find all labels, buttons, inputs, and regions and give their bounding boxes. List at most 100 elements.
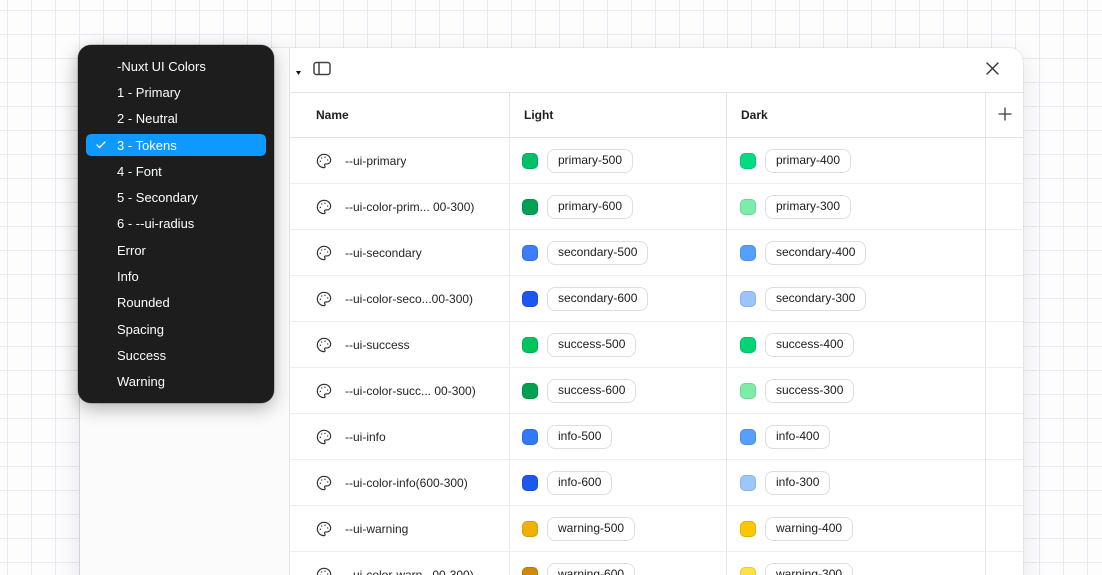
light-mode-cell[interactable]: secondary-500 [509,230,726,275]
alias-pill[interactable]: secondary-600 [547,287,648,311]
alias-pill[interactable]: warning-300 [765,563,853,575]
menu-item-success[interactable]: Success [78,342,274,368]
menu-item-label: Spacing [117,322,164,337]
table-row: --ui-color-info(600-300) info-600 info-3… [290,460,1023,506]
light-mode-cell[interactable]: success-600 [509,368,726,413]
menu-item-label: Success [117,348,166,363]
alias-pill[interactable]: primary-300 [765,195,851,219]
variable-name-cell[interactable]: --ui-warning [290,506,509,551]
alias-pill[interactable]: warning-500 [547,517,635,541]
alias-pill[interactable]: info-300 [765,471,830,495]
menu-item-label: 6 - --ui-radius [117,216,194,231]
menu-item-info[interactable]: Info [78,263,274,289]
color-swatch [740,337,756,353]
column-header-dark: Dark [726,93,985,137]
menu-item-label: 2 - Neutral [117,111,178,126]
color-swatch [740,245,756,261]
menu-item-5-secondary[interactable]: 5 - Secondary [78,184,274,210]
color-swatch [522,383,538,399]
color-swatch [522,245,538,261]
close-icon [986,62,999,78]
alias-pill[interactable]: primary-400 [765,149,851,173]
variable-name-cell[interactable]: --ui-primary [290,138,509,183]
menu-item-2-neutral[interactable]: 2 - Neutral [78,106,274,132]
row-spacer-cell [985,230,1023,275]
row-spacer-cell [985,276,1023,321]
alias-pill[interactable]: success-400 [765,333,854,357]
row-spacer-cell [985,368,1023,413]
variable-name-cell[interactable]: --ui-color-seco...00-300) [290,276,509,321]
color-swatch [740,567,756,575]
alias-pill[interactable]: secondary-300 [765,287,866,311]
column-header-light: Light [509,93,726,137]
alias-pill[interactable]: info-400 [765,425,830,449]
sidebar-toggle-button[interactable] [310,58,334,82]
dark-mode-cell[interactable]: secondary-300 [726,276,985,321]
close-button[interactable] [980,58,1004,82]
table-row: --ui-info info-500 info-400 [290,414,1023,460]
variable-name: --ui-color-succ... 00-300) [345,384,476,398]
dark-mode-cell[interactable]: warning-400 [726,506,985,551]
alias-pill[interactable]: success-600 [547,379,636,403]
menu-item-rounded[interactable]: Rounded [78,290,274,316]
alias-pill[interactable]: warning-600 [547,563,635,575]
dark-mode-cell[interactable]: primary-300 [726,184,985,229]
alias-pill[interactable]: primary-600 [547,195,633,219]
sidebar-toggle-icon [313,61,331,79]
color-swatch [522,337,538,353]
dark-mode-cell[interactable]: success-400 [726,322,985,367]
menu-item-label: -Nuxt UI Colors [117,59,206,74]
collections-menu: -Nuxt UI Colors 1 - Primary 2 - Neutral [78,45,274,403]
menu-item-error[interactable]: Error [78,237,274,263]
variable-name-cell[interactable]: --ui-secondary [290,230,509,275]
dark-mode-cell[interactable]: success-300 [726,368,985,413]
light-mode-cell[interactable]: secondary-600 [509,276,726,321]
variable-name-cell[interactable]: --ui-color-succ... 00-300) [290,368,509,413]
palette-icon [316,245,332,261]
menu-item-4-font[interactable]: 4 - Font [78,158,274,184]
light-mode-cell[interactable]: success-500 [509,322,726,367]
color-swatch [522,291,538,307]
variable-name: --ui-primary [345,154,406,168]
dark-mode-cell[interactable]: primary-400 [726,138,985,183]
variable-name-cell[interactable]: --ui-info [290,414,509,459]
alias-pill[interactable]: warning-400 [765,517,853,541]
color-swatch [740,429,756,445]
menu-item-nuxt-ui-colors[interactable]: -Nuxt UI Colors [78,53,274,79]
light-mode-cell[interactable]: warning-500 [509,506,726,551]
light-mode-cell[interactable]: primary-600 [509,184,726,229]
variable-name-cell[interactable]: --ui-color-warn...00-300) [290,552,509,575]
dark-mode-cell[interactable]: info-400 [726,414,985,459]
alias-pill[interactable]: success-500 [547,333,636,357]
table-row: --ui-color-seco...00-300) secondary-600 … [290,276,1023,322]
row-spacer-cell [985,506,1023,551]
light-mode-cell[interactable]: info-600 [509,460,726,505]
color-swatch [522,475,538,491]
variable-name-cell[interactable]: --ui-color-info(600-300) [290,460,509,505]
variable-name-cell[interactable]: --ui-color-prim... 00-300) [290,184,509,229]
menu-item-spacing[interactable]: Spacing [78,316,274,342]
menu-item-1-primary[interactable]: 1 - Primary [78,79,274,105]
light-mode-cell[interactable]: warning-600 [509,552,726,575]
menu-item-6-ui-radius[interactable]: 6 - --ui-radius [78,211,274,237]
add-mode-button[interactable] [993,103,1017,127]
modal-toolbar [290,48,1023,92]
alias-pill[interactable]: secondary-500 [547,241,648,265]
dark-mode-cell[interactable]: info-300 [726,460,985,505]
alias-pill[interactable]: success-300 [765,379,854,403]
color-swatch [522,199,538,215]
menu-item-warning[interactable]: Warning [78,369,274,395]
alias-pill[interactable]: info-600 [547,471,612,495]
dark-mode-cell[interactable]: secondary-400 [726,230,985,275]
dark-mode-cell[interactable]: warning-300 [726,552,985,575]
alias-pill[interactable]: info-500 [547,425,612,449]
alias-pill[interactable]: primary-500 [547,149,633,173]
alias-pill[interactable]: secondary-400 [765,241,866,265]
menu-item-label: 1 - Primary [117,85,181,100]
color-swatch [740,291,756,307]
light-mode-cell[interactable]: primary-500 [509,138,726,183]
light-mode-cell[interactable]: info-500 [509,414,726,459]
variable-name-cell[interactable]: --ui-success [290,322,509,367]
table-row: --ui-primary primary-500 primary-400 [290,138,1023,184]
menu-item-3-tokens[interactable]: 3 - Tokens [78,132,274,158]
